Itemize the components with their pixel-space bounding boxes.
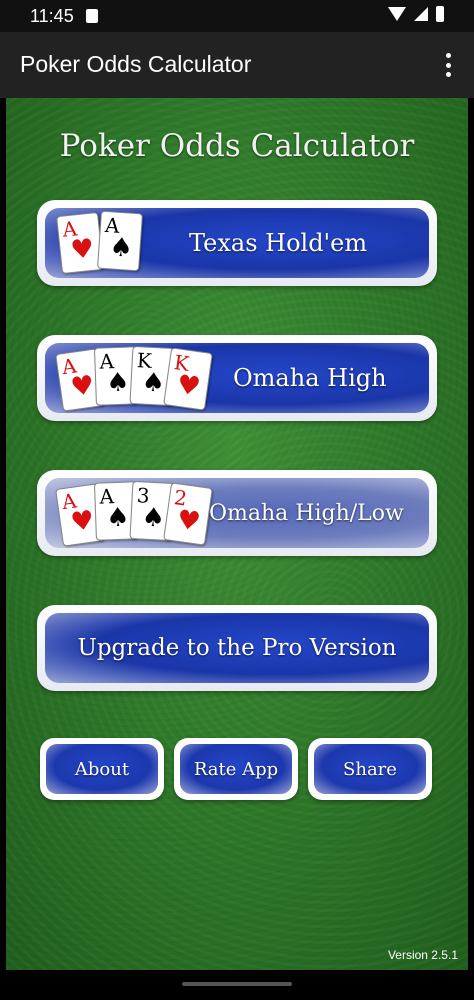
rate-app-label: Rate App: [193, 758, 279, 780]
navigation-bar: [0, 970, 474, 1000]
signal-icon: [414, 7, 428, 21]
omaha-high-low-label: Omaha High/Low: [209, 500, 404, 526]
omaha-high-label: Omaha High: [233, 364, 387, 392]
card-two-hearts: 2 ♥: [163, 482, 213, 546]
page-title: Poker Odds Calculator: [59, 128, 415, 164]
card-king-hearts: K ♥: [163, 347, 213, 411]
rate-app-button[interactable]: Rate App: [174, 738, 298, 800]
sd-card-icon: [86, 9, 98, 23]
app-bar: Poker Odds Calculator: [0, 32, 474, 98]
share-button[interactable]: Share: [308, 738, 432, 800]
home-handle[interactable]: [182, 982, 292, 986]
card-ace-spades: A ♠: [97, 210, 143, 272]
texas-holdem-button[interactable]: A ♥ A ♠ Texas Hold'em: [37, 200, 437, 286]
overflow-menu-icon[interactable]: [436, 50, 460, 80]
app-title: Poker Odds Calculator: [20, 51, 252, 77]
about-label: About: [74, 758, 130, 780]
status-bar: 11:45: [0, 0, 474, 32]
omaha-high-button[interactable]: A ♥ A ♠ K ♠ K ♥ Omaha High: [37, 335, 437, 421]
wifi-icon: [388, 7, 406, 21]
omaha-high-low-button[interactable]: A ♥ A ♠ 3 ♠ 2 ♥ Omaha High/Low: [37, 470, 437, 556]
felt-background: Poker Odds Calculator A ♥ A ♠ Texas Hold…: [6, 98, 468, 970]
about-button[interactable]: About: [40, 738, 164, 800]
share-label: Share: [343, 758, 397, 780]
upgrade-pro-label: Upgrade to the Pro Version: [77, 635, 397, 661]
upgrade-pro-button[interactable]: Upgrade to the Pro Version: [37, 605, 437, 691]
status-icons: [388, 6, 444, 22]
status-time: 11:45: [30, 6, 74, 26]
version-label: Version 2.5.1: [387, 948, 458, 962]
texas-holdem-label: Texas Hold'em: [189, 229, 368, 257]
battery-icon: [436, 6, 444, 22]
